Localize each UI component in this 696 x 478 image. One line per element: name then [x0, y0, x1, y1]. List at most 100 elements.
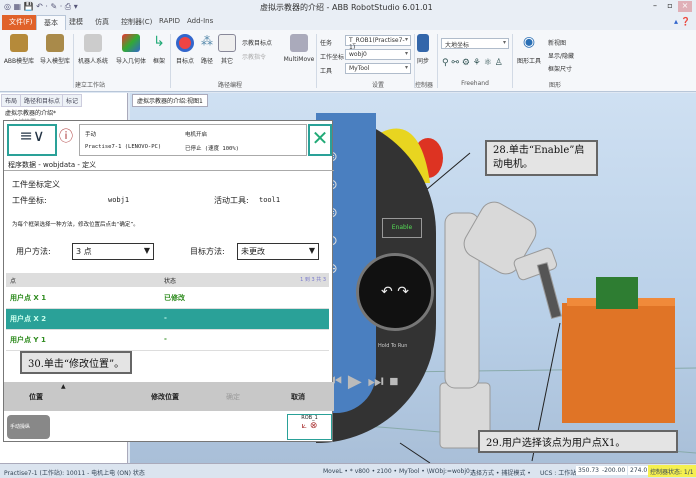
- label: 同步: [416, 58, 429, 65]
- callout-28: 28.单击“Enable”启动电机。: [485, 140, 598, 176]
- group-label: 设置: [371, 82, 384, 89]
- position-button[interactable]: 位置: [29, 392, 43, 402]
- tab-simulation[interactable]: 仿真: [88, 15, 116, 30]
- selection-mode[interactable]: 选择方式 • 捕捉模式 •: [470, 468, 531, 477]
- label: 导入模型库: [39, 58, 70, 65]
- table-row[interactable]: 用户点 Y 1 -: [6, 330, 329, 351]
- view-tool-button[interactable]: ◉ 图形工具: [512, 34, 546, 65]
- label: 手动操纵: [10, 424, 31, 430]
- tab-addins[interactable]: Add-Ins: [180, 15, 220, 30]
- main-menu-button[interactable]: ≡∨: [7, 124, 57, 156]
- info-user-icon[interactable]: ⓘ: [59, 126, 77, 154]
- status-panel: 手动 Practise7-1 (LENOVO-PC) 电机开启 已停止 (速度 …: [79, 124, 307, 156]
- help-icon[interactable]: ▴ ❓: [674, 17, 691, 26]
- tab-tags[interactable]: 标记: [62, 94, 83, 107]
- label: 图形工具: [516, 58, 541, 65]
- tool-select[interactable]: MyTool: [345, 63, 411, 74]
- enable-button[interactable]: Enable: [382, 218, 422, 238]
- show-hide-button[interactable]: 显示/隐藏: [548, 51, 574, 60]
- ribbon-tabs: 文件(F) 基本 建模 仿真 控制器(C) RAPID Add-Ins ▴ ❓: [0, 14, 696, 30]
- divider: [437, 34, 438, 88]
- robot-system-button[interactable]: 机器人系统: [76, 34, 110, 65]
- title-bar: ◎ ▦ 💾 ↶ · ✎ · ⎙ ▾ 虚拟示教器的介绍 - ABB RobotSt…: [0, 0, 696, 14]
- sync-button[interactable]: 同步: [413, 34, 433, 65]
- tool-label: 工具: [320, 68, 333, 75]
- coordinate-icon: ⟀ ⊗: [301, 421, 318, 431]
- tool-value: tool1: [259, 196, 281, 204]
- target-method-select[interactable]: 未更改 ▼: [237, 243, 319, 260]
- controller-status[interactable]: 控制器状态: 1/1: [648, 465, 696, 477]
- ribbon: ABB模型库 导入模型库 机器人系统 导入几何体 ↳ 框架 目标点 ⁂ 路径 其它 …: [0, 30, 696, 92]
- coordinate-select[interactable]: 大地坐标: [441, 38, 509, 49]
- dropdown-arrow-icon: ▼: [308, 246, 315, 255]
- task-select[interactable]: T_ROB1(Practise7-1): [345, 35, 411, 51]
- point-status: -: [164, 314, 167, 322]
- label: MultiMove: [283, 56, 315, 63]
- eye-icon: ◉: [522, 34, 536, 50]
- close-button[interactable]: ×: [678, 1, 692, 12]
- library-icon: [10, 34, 28, 52]
- user-method-label: 用户方法:: [16, 247, 51, 256]
- orange-box: [562, 303, 675, 423]
- wobj-value: wobj1: [108, 196, 130, 204]
- tab-paths-targets[interactable]: 路径和目标点: [20, 94, 65, 107]
- tab-layout[interactable]: 布局: [1, 94, 22, 107]
- modify-position-button[interactable]: 修改位置: [151, 392, 179, 402]
- abb-library-button[interactable]: ABB模型库: [2, 34, 36, 65]
- coord-z: 274.0: [628, 466, 650, 475]
- robot-arm: [439, 201, 562, 449]
- coord-y: -200.00: [600, 466, 628, 475]
- group-label: 图形: [548, 82, 561, 89]
- label: 框架: [152, 58, 165, 65]
- point-status: 已修改: [164, 294, 185, 302]
- callout-30: 30.单击“修改位置”。: [20, 351, 133, 374]
- instruction-text: 为每个框架选择一种方法，修改位置后点击“确定”。: [12, 222, 139, 228]
- close-pendant-button[interactable]: ✕: [308, 124, 332, 156]
- maximize-button[interactable]: ▫: [663, 1, 677, 12]
- tool-label: 活动工具:: [214, 196, 249, 205]
- coord-x: 350.73: [576, 466, 601, 475]
- user-method-select[interactable]: 3 点 ▼: [72, 243, 154, 260]
- cube-icon: [122, 34, 140, 52]
- page-heading: 工件坐标定义: [12, 180, 60, 189]
- tree-item-station[interactable]: 虚拟示教器的介绍*: [5, 108, 56, 117]
- cancel-button[interactable]: 取消: [291, 392, 305, 402]
- green-box: [596, 277, 638, 309]
- motor-text: 电机开启: [185, 132, 208, 138]
- workobject-select[interactable]: wobj0: [345, 49, 411, 60]
- callout-leader: [399, 442, 431, 463]
- other-button[interactable]: 其它: [210, 34, 244, 65]
- hold-to-run-button[interactable]: Hold To Run: [378, 343, 407, 349]
- minimize-button[interactable]: –: [648, 1, 662, 12]
- run-controls[interactable]: ⏮ ▶ ⏭ ⏹: [326, 371, 398, 392]
- table-row[interactable]: 用户点 X 2 -: [6, 309, 329, 330]
- manual-jog-button[interactable]: 手动操纵: [7, 415, 50, 439]
- joystick[interactable]: ↶ ↷: [356, 253, 434, 331]
- new-view-button[interactable]: 新视图: [548, 38, 566, 47]
- selected-value: 未更改: [241, 247, 265, 256]
- group-label: 建立工作站: [74, 82, 105, 89]
- freehand-tools-icon[interactable]: ⚲ ⚯ ⚙ ⚘ ⚛ ♙: [442, 58, 503, 68]
- frame-icon: ↳: [153, 34, 165, 50]
- import-library-icon: [46, 34, 64, 52]
- multimove-icon: [290, 34, 308, 52]
- tab-modeling[interactable]: 建模: [62, 15, 90, 30]
- import-library-button[interactable]: 导入模型库: [38, 34, 72, 65]
- page-indicator: 1 到 3 共 3: [300, 277, 326, 283]
- table-row[interactable]: 用户点 X 1 已修改: [6, 288, 329, 309]
- tab-file[interactable]: 文件(F): [2, 15, 40, 30]
- ok-button[interactable]: 确定: [226, 392, 240, 402]
- teach-instruction-button[interactable]: 示教指令: [242, 52, 266, 61]
- multimove-button[interactable]: MultiMove: [282, 34, 316, 63]
- point-status: -: [164, 335, 167, 343]
- instruction-template[interactable]: MoveL • * v800 • z100 • MyTool • \WObj:=…: [323, 468, 475, 475]
- mode-text: 手动: [85, 132, 97, 138]
- robot-quickset-button[interactable]: ROB_1 ⟀ ⊗: [287, 414, 332, 440]
- label: 机器人系统: [77, 58, 108, 65]
- frame-size-button[interactable]: 框架尺寸: [548, 64, 572, 73]
- teach-target-button[interactable]: 示教目标点: [242, 38, 272, 47]
- quick-access-toolbar[interactable]: ◎ ▦ 💾 ↶ · ✎ · ⎙ ▾: [4, 2, 78, 12]
- window-title: 虚拟示教器的介绍 - ABB RobotStudio 6.01.01: [260, 3, 433, 12]
- dropdown-arrow-icon: ▼: [143, 246, 150, 255]
- points-table: 用户点 X 1 已修改 用户点 X 2 - 用户点 Y 1 -: [6, 288, 329, 351]
